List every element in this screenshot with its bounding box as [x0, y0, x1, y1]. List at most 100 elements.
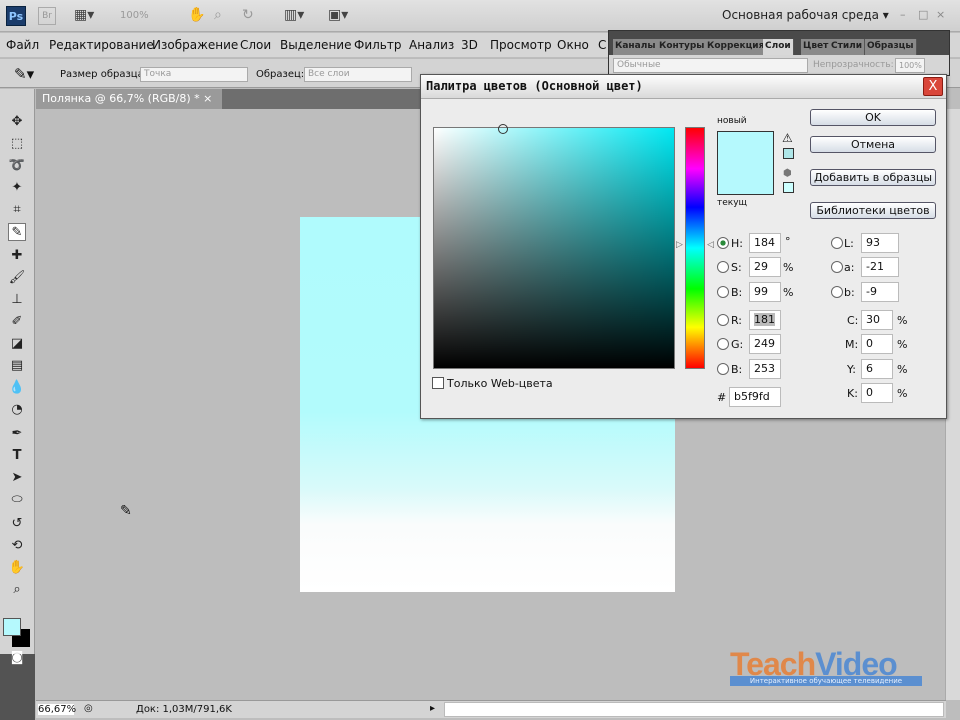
s-input[interactable]: 29	[749, 257, 781, 277]
blue-input[interactable]: 253	[749, 359, 781, 379]
bridge-button[interactable]: Br	[38, 7, 56, 25]
magic-wand-tool-icon[interactable]: ✦	[8, 179, 26, 197]
foreground-color-swatch[interactable]	[3, 618, 21, 636]
tab-channels[interactable]: Каналы	[613, 39, 659, 55]
m-input[interactable]: 0	[861, 334, 893, 354]
close-icon[interactable]: ×	[936, 8, 945, 21]
crop-tool-icon[interactable]: ⌗	[8, 201, 26, 219]
history-brush-tool-icon[interactable]: ✐	[8, 313, 26, 331]
status-menu-arrow-icon[interactable]: ▸	[430, 703, 435, 714]
type-tool-icon[interactable]: T	[8, 447, 26, 465]
c-input[interactable]: 30	[861, 310, 893, 330]
dodge-tool-icon[interactable]: ◔	[8, 401, 26, 419]
menu-window[interactable]: Окно	[557, 38, 589, 52]
healing-brush-tool-icon[interactable]: ✚	[8, 247, 26, 265]
sample-size-select[interactable]: Точка	[140, 67, 248, 82]
path-selection-tool-icon[interactable]: ➤	[8, 469, 26, 487]
color-field[interactable]	[433, 124, 675, 369]
radio-r[interactable]	[717, 314, 729, 326]
zoom-tool-icon[interactable]: ⌕	[8, 581, 26, 599]
g-input[interactable]: 249	[749, 334, 781, 354]
marquee-tool-icon[interactable]: ⬚	[8, 135, 26, 153]
menu-select[interactable]: Выделение	[280, 38, 351, 52]
radio-s[interactable]	[717, 261, 729, 273]
document-close-icon[interactable]: ×	[203, 92, 212, 105]
workspace-switcher[interactable]: Основная рабочая среда ▾	[722, 8, 889, 22]
menu-filter[interactable]: Фильтр	[354, 38, 401, 52]
brightness-input[interactable]: 99	[749, 282, 781, 302]
y-input[interactable]: 6	[861, 359, 893, 379]
radio-a[interactable]	[831, 261, 843, 273]
web-safe-cube-icon[interactable]: ⬢	[783, 168, 792, 179]
hex-input[interactable]: b5f9fd	[729, 387, 781, 407]
blend-mode-select[interactable]: Обычные	[613, 58, 808, 73]
cancel-button[interactable]: Отмена	[810, 136, 936, 153]
gradient-tool-icon[interactable]: ▤	[8, 357, 26, 375]
menu-3d[interactable]: 3D	[461, 38, 478, 52]
rotate-view-icon[interactable]: ↻	[242, 7, 254, 23]
tab-paths[interactable]: Контуры	[657, 39, 708, 55]
web-safe-color-swatch[interactable]	[783, 182, 794, 193]
eyedropper-tool-icon[interactable]: ✎	[8, 223, 26, 241]
zoom-field[interactable]: 66,67%	[38, 704, 76, 715]
vertical-scrollbar[interactable]	[945, 109, 960, 700]
l-input[interactable]: 93	[861, 233, 899, 253]
radio-lab-b[interactable]	[831, 286, 843, 298]
menu-file[interactable]: Файл	[6, 38, 39, 52]
maximize-icon[interactable]: □	[918, 8, 928, 21]
menu-analysis[interactable]: Анализ	[409, 38, 454, 52]
radio-brightness[interactable]	[717, 286, 729, 298]
add-to-swatches-button[interactable]: Добавить в образцы	[810, 169, 936, 186]
menu-view[interactable]: Просмотр	[490, 38, 552, 52]
radio-blue[interactable]	[717, 363, 729, 375]
document-tab[interactable]: Полянка @ 66,7% (RGB/8) * ×	[36, 89, 222, 109]
clone-stamp-tool-icon[interactable]: ⊥	[8, 291, 26, 309]
move-tool-icon[interactable]: ✥	[8, 113, 26, 131]
a-input[interactable]: -21	[861, 257, 899, 277]
brush-tool-icon[interactable]: 🖌	[8, 269, 26, 287]
ok-button[interactable]: OK	[810, 109, 936, 126]
3d-orbit-tool-icon[interactable]: ⟲	[8, 537, 26, 555]
screen-mode-icon[interactable]: ▣▾	[328, 7, 348, 23]
zoom-icon[interactable]: ⌕	[214, 7, 222, 23]
lab-b-input[interactable]: -9	[861, 282, 899, 302]
tab-adjustments[interactable]: Коррекция	[705, 39, 768, 55]
zoom-level-select[interactable]: 100%	[120, 10, 149, 21]
arrange-documents-icon[interactable]: ▥▾	[284, 7, 304, 23]
tab-swatches[interactable]: Образцы	[865, 39, 917, 55]
lasso-tool-icon[interactable]: ➰	[8, 157, 26, 175]
3d-rotate-tool-icon[interactable]: ↺	[8, 515, 26, 533]
color-libraries-button[interactable]: Библиотеки цветов	[810, 202, 936, 219]
eraser-tool-icon[interactable]: ◪	[8, 335, 26, 353]
film-icon[interactable]: ▦▾	[74, 7, 94, 23]
hue-slider-left-arrow[interactable]: ▷	[676, 240, 683, 250]
tab-layers[interactable]: Слои	[763, 39, 794, 55]
minimize-icon[interactable]: –	[900, 8, 906, 21]
pen-tool-icon[interactable]: ✒	[8, 425, 26, 443]
quick-mask-icon[interactable]: ◙	[8, 649, 26, 667]
hue-slider-right-arrow[interactable]: ◁	[707, 240, 714, 250]
opacity-input[interactable]: 100%	[895, 58, 925, 73]
radio-h[interactable]	[717, 237, 729, 249]
dialog-close-button[interactable]: X	[923, 77, 943, 96]
eyedropper-preset-icon[interactable]: ✎▾	[14, 65, 34, 83]
color-field-marker[interactable]	[498, 124, 508, 134]
sample-select[interactable]: Все слои	[304, 67, 412, 82]
horizontal-scrollbar[interactable]	[444, 702, 944, 717]
blur-tool-icon[interactable]: 💧	[8, 379, 26, 397]
menu-image[interactable]: Изображение	[152, 38, 238, 52]
r-input[interactable]: 181	[749, 310, 781, 330]
menu-edit[interactable]: Редактирование	[49, 38, 154, 52]
radio-g[interactable]	[717, 338, 729, 350]
hue-slider[interactable]	[685, 127, 705, 369]
radio-l[interactable]	[831, 237, 843, 249]
web-only-checkbox[interactable]	[432, 377, 444, 389]
gamut-color-swatch[interactable]	[783, 148, 794, 159]
shape-tool-icon[interactable]: ⬭	[8, 491, 26, 509]
menu-layers[interactable]: Слои	[240, 38, 271, 52]
menu-help[interactable]: С	[598, 38, 606, 52]
tab-color[interactable]: Цвет	[801, 39, 832, 55]
h-input[interactable]: 184	[749, 233, 781, 253]
tab-styles[interactable]: Стили	[829, 39, 866, 55]
hand-icon[interactable]: ✋	[188, 7, 205, 23]
